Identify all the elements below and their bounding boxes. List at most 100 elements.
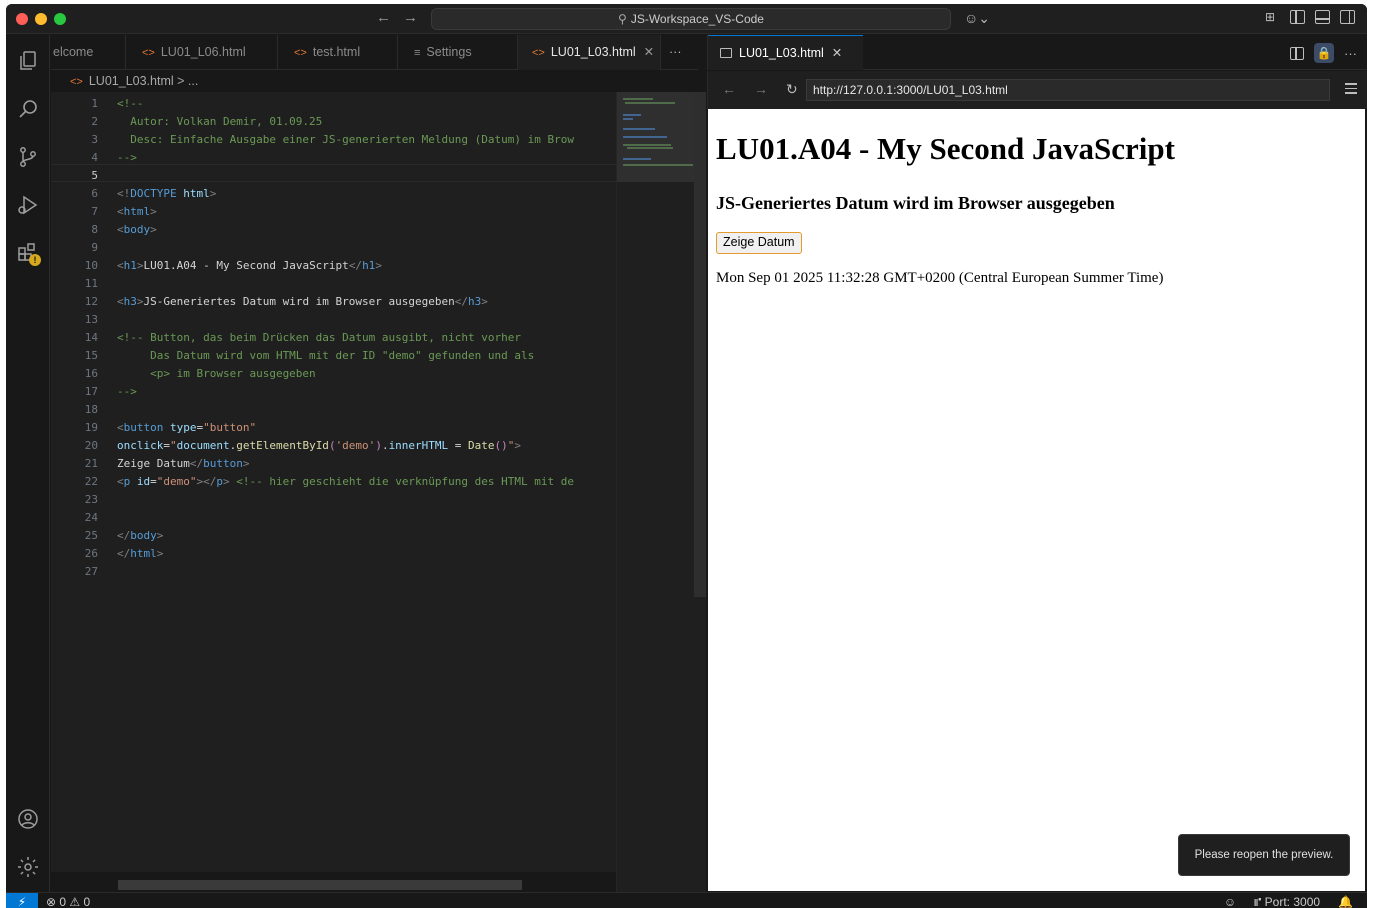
extensions-icon[interactable]: ! [16,241,41,266]
code-line: 10 <h1>LU01.A04 - My Second JavaScript</h… [51,257,616,275]
demo-output: Mon Sep 01 2025 11:32:28 GMT+0200 (Centr… [716,270,1164,286]
browser-preview-icon [720,48,732,58]
code-line: 5 [51,167,616,185]
code-line: 17 --> [51,383,616,401]
title-bar: ← → ⚲ JS-Workspace_VS-Code ☺⌄ ⊞ [6,4,1367,34]
forward-arrow-icon[interactable]: → [403,9,418,26]
vscode-window: ← → ⚲ JS-Workspace_VS-Code ☺⌄ ⊞ ! elcome… [6,4,1367,908]
line-number: 24 [84,511,98,524]
explorer-icon[interactable] [16,49,40,73]
reload-icon[interactable]: ↻ [786,81,798,98]
vertical-scrollbar[interactable] [694,92,706,892]
code-line: 15 Das Datum wird vom HTML mit der ID "d… [51,347,616,365]
menu-icon[interactable] [1345,83,1357,97]
tab-label: Settings [426,45,472,59]
code-lines: 1 <!-- 2 Autor: Volkan Demir, 01.09.25 3 … [51,95,616,581]
code-line: 13 [51,311,616,329]
line-number: 11 [84,277,98,290]
horizontal-scrollbar[interactable] [118,880,522,890]
code-line: 4 --> [51,149,616,167]
manage-gear-icon[interactable] [16,855,40,879]
tab-lu01-l03[interactable]: <> LU01_L03.html ✕ [518,35,661,70]
preview-toolbar: 🔒 ··· [1290,43,1357,63]
line-number: 21 [84,457,98,470]
scrollbar-thumb[interactable] [694,92,706,597]
code-line: 8 <body> [51,221,616,239]
lock-icon[interactable]: 🔒 [1314,43,1334,63]
code-line: 20 onclick="document.getElementById('demo… [51,437,616,455]
tab-preview[interactable]: LU01_L03.html ✕ [708,35,863,70]
tab-test-html[interactable]: <> test.html [278,35,398,70]
customize-layout-icon[interactable]: ⊞ [1265,10,1280,24]
line-number: 25 [84,529,98,542]
copilot-icon[interactable]: ☺⌄ [964,10,990,27]
warning-badge-icon: ! [29,254,41,266]
line-number: 10 [84,259,98,272]
code-line: 25 </body> [51,527,616,545]
close-window-button[interactable] [16,13,28,25]
line-number: 23 [84,493,98,506]
close-tab-icon[interactable]: ✕ [644,45,654,59]
code-line: 21 Zeige Datum</button> [51,455,616,473]
zeige-datum-button[interactable]: Zeige Datum [716,232,802,254]
url-input[interactable]: http://127.0.0.1:3000/LU01_L03.html [806,79,1330,101]
tab-lu01-l06[interactable]: <> LU01_L06.html [126,35,278,70]
minimap[interactable] [616,92,695,892]
minimize-window-button[interactable] [35,13,47,25]
zoom-window-button[interactable] [54,13,66,25]
toggle-primary-sidebar-icon[interactable] [1290,10,1305,24]
more-actions-icon[interactable]: ··· [1344,46,1357,61]
line-number: 16 [84,367,98,380]
code-line: 6 <!DOCTYPE html> [51,185,616,203]
code-line: 27 [51,563,616,581]
split-editor-icon[interactable] [1290,46,1304,60]
line-number: 2 [91,115,98,128]
tab-settings[interactable]: ≡ Settings [398,35,518,70]
preview-tab-bar: LU01_L03.html ✕ 🔒 ··· [707,35,1367,70]
notification-toast[interactable]: Please reopen the preview. [1178,834,1350,876]
forward-arrow-icon[interactable]: → [754,81,768,97]
tab-label: LU01_L03.html [550,45,636,59]
tab-label: LU01_L06.html [160,45,246,59]
back-arrow-icon[interactable]: ← [722,81,736,97]
source-control-icon[interactable] [16,145,40,169]
problems-indicator[interactable]: ⊗ 0 ⚠ 0 [46,895,90,908]
code-editor[interactable]: 1 <!-- 2 Autor: Volkan Demir, 01.09.25 3 … [51,92,616,872]
close-tab-icon[interactable]: ✕ [832,46,842,60]
breadcrumb[interactable]: <> LU01_L03.html > ... [70,74,198,88]
search-view-icon[interactable] [16,97,40,121]
toggle-secondary-sidebar-icon[interactable] [1340,10,1355,24]
layout-controls: ⊞ [1265,10,1355,24]
command-center-search[interactable]: ⚲ JS-Workspace_VS-Code [431,8,951,30]
html-file-icon: <> [294,47,307,59]
copilot-status-icon[interactable]: ☺ [1224,895,1236,908]
code-line: 2 Autor: Volkan Demir, 01.09.25 [51,113,616,131]
line-number: 1 [91,97,98,110]
code-line: 24 [51,509,616,527]
line-number: 22 [84,475,98,488]
port-indicator[interactable]: ⑈ Port: 3000 [1254,895,1320,908]
run-debug-icon[interactable] [16,193,40,217]
workspace-name: JS-Workspace_VS-Code [630,12,764,26]
back-arrow-icon[interactable]: ← [376,9,391,26]
line-number: 5 [91,169,98,182]
html-file-icon: <> [70,76,83,88]
toggle-panel-icon[interactable] [1315,10,1330,24]
accounts-icon[interactable] [16,807,40,831]
more-actions-button[interactable]: ··· [661,35,690,70]
line-number: 8 [91,223,98,236]
line-number: 18 [84,403,98,416]
notifications-bell-icon[interactable]: 🔔 [1338,895,1353,908]
code-line: 9 [51,239,616,257]
line-number: 3 [91,133,98,146]
tab-welcome[interactable]: elcome [51,35,126,70]
code-line: 12 <h3>JS-Generiertes Datum wird im Brows… [51,293,616,311]
code-line: 14 <!-- Button, das beim Drücken das Datu… [51,329,616,347]
line-number: 15 [84,349,98,362]
line-number: 9 [91,241,98,254]
remote-indicator-icon[interactable]: ⚡ [6,893,38,908]
tab-label: LU01_L03.html [739,46,824,60]
line-number: 4 [91,151,98,164]
preview-page: LU01.A04 - My Second JavaScript JS-Gener… [708,109,1365,891]
html-file-icon: <> [532,47,545,59]
